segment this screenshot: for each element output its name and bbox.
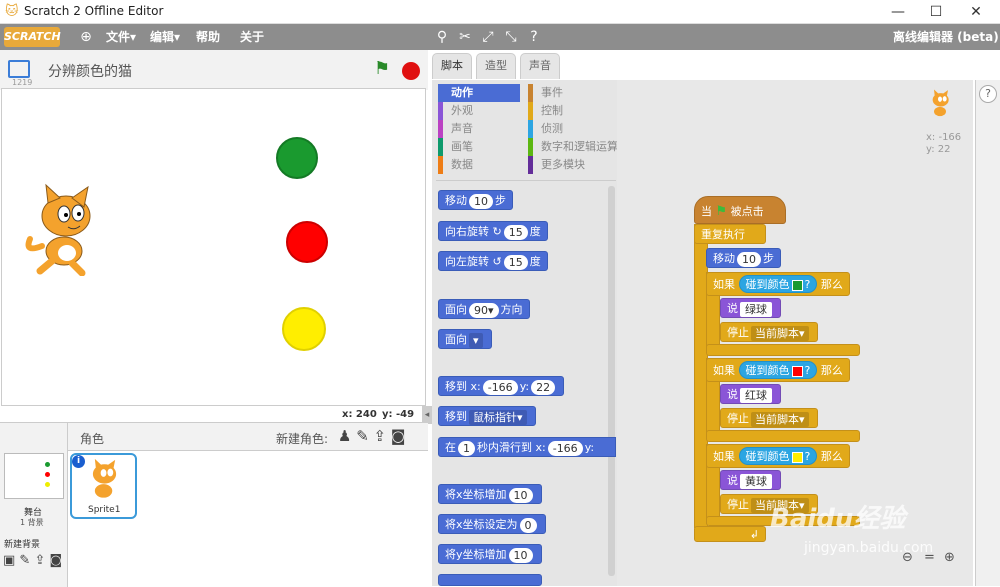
partial-block[interactable] — [438, 574, 542, 586]
current-sprite-icon — [932, 89, 949, 117]
sprite-tools-icon[interactable]: ♟ ✎ ⇪ ◙ — [338, 427, 405, 445]
help-icon[interactable]: ? — [524, 27, 544, 47]
version-label: 1219 — [12, 78, 33, 87]
if-end-1 — [706, 344, 860, 356]
category-motion[interactable]: 动作 — [438, 84, 520, 102]
if-red-block[interactable]: 如果 碰到颜色? 那么 — [706, 358, 850, 382]
window-title: Scratch 2 Offline Editor — [24, 4, 164, 18]
category-control[interactable]: 控制 — [528, 102, 618, 120]
if-yellow-block[interactable]: 如果 碰到颜色? 那么 — [706, 444, 850, 468]
watermark-text: Baidu经验 — [770, 504, 906, 534]
if-end-2 — [706, 430, 860, 442]
fullscreen-icon[interactable] — [8, 60, 30, 78]
minimize-button[interactable]: — — [878, 0, 918, 24]
mouse-x: x: 240 — [342, 409, 377, 420]
turn-right-block[interactable]: 向右旋转 ↻ 15 度 — [438, 221, 548, 241]
menu-file[interactable]: 文件▾ — [106, 24, 136, 50]
stage-header: 1219 分辨颜色的猫 ⚑ — [0, 50, 428, 90]
if-green-block[interactable]: 如果 碰到颜色? 那么 — [706, 272, 850, 296]
goto-xy-block[interactable]: 移到 x: -166 y: 22 — [438, 376, 565, 396]
say-red-block[interactable]: 说红球 — [720, 384, 781, 404]
delete-icon[interactable]: ✂ — [455, 27, 475, 47]
say-yellow-block[interactable]: 说黄球 — [720, 470, 781, 490]
backdrop-count: 1 背景 — [20, 518, 44, 527]
sprites-title: 角色 — [80, 432, 105, 446]
right-panel — [975, 80, 1000, 586]
new-backdrop-label: 新建背景 — [4, 540, 41, 550]
yellow-ball — [282, 307, 326, 351]
stop-block-1[interactable]: 停止 当前脚本▾ — [720, 322, 818, 342]
category-events[interactable]: 事件 — [528, 84, 618, 102]
title-bar: 🐱 Scratch 2 Offline Editor — ☐ ✕ — [0, 0, 1000, 24]
globe-icon[interactable]: ⊕ — [76, 27, 96, 47]
say-green-block[interactable]: 说绿球 — [720, 298, 781, 318]
green-flag-icon[interactable]: ⚑ — [374, 58, 390, 79]
help-panel-icon[interactable]: ? — [979, 85, 997, 103]
menu-help[interactable]: 帮助 — [196, 24, 220, 50]
when-flag-clicked-block[interactable]: 当 ⚑ 被点击 — [694, 196, 786, 224]
new-sprite-label: 新建角色: — [276, 432, 329, 446]
category-operators[interactable]: 数字和逻辑运算 — [528, 138, 618, 156]
palette-scrollbar[interactable] — [608, 186, 615, 576]
sprite-name: Sprite1 — [88, 505, 121, 515]
tab-costumes[interactable]: 造型 — [476, 53, 516, 79]
backdrop-tools-icon[interactable]: ▣ ✎ ⇪ ◙ — [3, 553, 62, 568]
forever-block[interactable]: 重复执行 — [694, 224, 766, 244]
palette-divider — [436, 180, 616, 181]
menu-edit[interactable]: 编辑▾ — [150, 24, 180, 50]
editor-tabs: 脚本 造型 声音 — [432, 53, 972, 79]
maximize-button[interactable]: ☐ — [916, 0, 956, 24]
green-ball — [276, 137, 318, 179]
change-x-block[interactable]: 将x坐标增加 10 — [438, 484, 542, 504]
tab-scripts[interactable]: 脚本 — [432, 53, 472, 79]
sprite-thumbnail[interactable]: i Sprite1 — [70, 453, 137, 519]
change-y-block[interactable]: 将y坐标增加 10 — [438, 544, 542, 564]
stage[interactable] — [1, 88, 426, 406]
stage-thumbnail[interactable] — [4, 453, 64, 499]
set-x-block[interactable]: 将x坐标设定为 0 — [438, 514, 546, 534]
shrink-icon[interactable]: ⤡ — [501, 27, 521, 47]
sprite-x: x: -166 — [926, 132, 962, 143]
app-icon: 🐱 — [5, 4, 19, 19]
stop-icon[interactable] — [402, 62, 420, 80]
category-data[interactable]: 数据 — [438, 156, 520, 174]
close-button[interactable]: ✕ — [956, 0, 996, 24]
turn-left-block[interactable]: 向左旋转 ↺ 15 度 — [438, 251, 548, 271]
menu-bar: SCRATCH ⊕ 文件▾ 编辑▾ 帮助 关于 ⚲ ✂ ⤢ ⤡ ? 离线编辑器 … — [0, 24, 1000, 50]
sprite-y: y: 22 — [926, 144, 951, 155]
move-block[interactable]: 移动 10 步 — [438, 190, 513, 210]
point-direction-block[interactable]: 面向 90▾ 方向 — [438, 299, 530, 319]
cat-sprite[interactable] — [22, 181, 112, 276]
glide-block[interactable]: 在 1 秒内滑行到 x: -166 y: — [438, 437, 616, 457]
point-towards-block[interactable]: 面向 ▾ — [438, 329, 492, 349]
category-more-blocks[interactable]: 更多模块 — [528, 156, 618, 174]
editor-mode: 离线编辑器 (beta) — [893, 30, 999, 44]
duplicate-icon[interactable]: ⚲ — [432, 27, 452, 47]
scratch-logo[interactable]: SCRATCH — [4, 27, 61, 47]
script-move-block[interactable]: 移动 10 步 — [706, 248, 781, 268]
project-title[interactable]: 分辨颜色的猫 — [48, 61, 132, 81]
mouse-y: y: -49 — [382, 409, 415, 420]
stop-block-2[interactable]: 停止 当前脚本▾ — [720, 408, 818, 428]
category-sound[interactable]: 声音 — [438, 120, 520, 138]
sprite-panel: 舞台 1 背景 新建背景 ▣ ✎ ⇪ ◙ 角色 新建角色: ♟ ✎ ⇪ ◙ i … — [0, 422, 428, 587]
category-sensing[interactable]: 侦测 — [528, 120, 618, 138]
grow-icon[interactable]: ⤢ — [478, 27, 498, 47]
menu-about[interactable]: 关于 — [240, 24, 264, 50]
watermark-url: jingyan.baidu.com — [804, 540, 934, 556]
category-list: 动作 外观 声音 画笔 数据 事件 控制 侦测 数字和逻辑运算 更多模块 — [438, 84, 618, 176]
tab-sounds[interactable]: 声音 — [520, 53, 560, 79]
red-ball — [286, 221, 328, 263]
forever-end: ↲ — [694, 526, 766, 542]
cat-thumb-icon — [92, 458, 117, 498]
category-looks[interactable]: 外观 — [438, 102, 520, 120]
goto-block[interactable]: 移到 鼠标指针▾ — [438, 406, 536, 426]
category-pen[interactable]: 画笔 — [438, 138, 520, 156]
zoom-in-icon[interactable]: ⊕ — [944, 550, 955, 565]
